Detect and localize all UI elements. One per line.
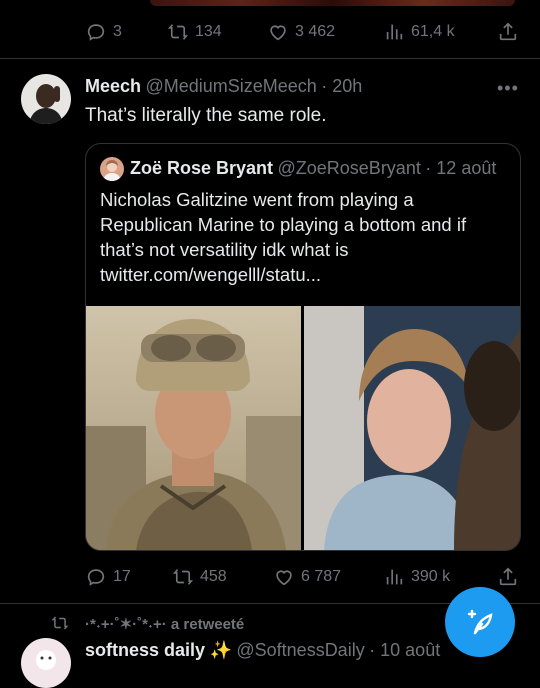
author-name[interactable]: Meech <box>85 76 141 96</box>
quote-tweet-card[interactable]: Zoë Rose Bryant @ZoeRoseBryant · 12 août… <box>85 143 521 551</box>
quote-line: Republican Marine to playing a bottom an… <box>100 214 467 235</box>
next-tweet-time[interactable]: · 10 août <box>369 640 440 660</box>
compose-button[interactable] <box>445 587 515 657</box>
reply-icon <box>87 24 105 41</box>
share-button[interactable] <box>497 566 519 588</box>
quote-time: · 12 août <box>425 158 497 178</box>
reply-count: 3 <box>113 23 122 40</box>
quote-author-name: Zoë Rose Bryant <box>130 158 274 178</box>
quote-avatar <box>100 157 124 181</box>
avatar-image <box>21 74 71 124</box>
quote-line: that’s not versatility idk what is <box>100 239 349 260</box>
like-count: 3 462 <box>295 23 336 40</box>
tweet-actions: 17 458 6 787 390 k <box>85 565 520 589</box>
like-count: 6 787 <box>301 568 342 585</box>
compose-feather-icon <box>467 609 493 635</box>
next-tweet-header: softness daily ✨ @SoftnessDaily · 10 aoû… <box>85 640 440 661</box>
views-count: 390 k <box>411 568 451 585</box>
next-author-name[interactable]: softness daily <box>85 640 205 660</box>
retweet-indicator-icon <box>50 614 70 637</box>
previous-tweet-media[interactable] <box>150 0 515 6</box>
retweet-button[interactable]: 458 <box>172 566 227 588</box>
like-button[interactable]: 6 787 <box>273 566 341 588</box>
views-icon <box>386 24 403 40</box>
reply-icon <box>87 569 105 586</box>
quote-author-handle: @ZoeRoseBryant <box>277 158 421 178</box>
reply-button[interactable]: 17 <box>85 566 131 588</box>
next-author-handle[interactable]: @SoftnessDaily <box>236 640 364 660</box>
share-icon <box>499 567 517 586</box>
views-button[interactable]: 61,4 k <box>383 21 455 43</box>
retweet-label[interactable]: ·*˖+·˚✶·˚*˖+· a retweeté <box>85 615 244 633</box>
quote-text: Nicholas Galitzine went from playing a R… <box>100 187 510 287</box>
like-button[interactable]: 3 462 <box>267 21 335 43</box>
retweet-icon <box>167 24 189 40</box>
reply-button[interactable]: 3 <box>85 21 122 43</box>
tweet-time[interactable]: · 20h <box>321 76 362 96</box>
share-icon <box>499 22 517 41</box>
more-options-icon[interactable]: ••• <box>497 78 519 99</box>
avatar[interactable] <box>21 74 71 124</box>
quote-image-marine[interactable] <box>86 306 301 550</box>
heart-icon <box>276 570 292 586</box>
quote-header: Zoë Rose Bryant @ZoeRoseBryant · 12 août <box>130 158 496 179</box>
author-handle[interactable]: @MediumSizeMeech <box>145 76 316 96</box>
retweet-button[interactable]: 134 <box>167 21 222 43</box>
tweet-header: Meech @MediumSizeMeech · 20h <box>85 76 362 97</box>
next-avatar[interactable] <box>21 638 71 688</box>
heart-icon <box>270 25 286 41</box>
retweet-count: 458 <box>200 568 227 585</box>
sparkles-icon: ✨ <box>209 640 232 660</box>
quote-image-scene[interactable] <box>304 306 520 550</box>
views-icon <box>386 569 403 585</box>
retweet-count: 134 <box>195 23 222 40</box>
tweet-text: That’s literally the same role. <box>85 105 327 126</box>
retweet-icon <box>172 569 194 585</box>
divider <box>0 58 540 59</box>
reply-count: 17 <box>113 568 131 585</box>
share-button[interactable] <box>497 21 519 43</box>
previous-tweet-actions: 3 134 3 462 61,4 k <box>85 20 520 44</box>
quote-line: Nicholas Galitzine went from playing a <box>100 189 414 210</box>
views-count: 61,4 k <box>411 23 455 40</box>
views-button[interactable]: 390 k <box>383 566 450 588</box>
quote-link[interactable]: twitter.com/wengelll/statu... <box>100 262 510 287</box>
